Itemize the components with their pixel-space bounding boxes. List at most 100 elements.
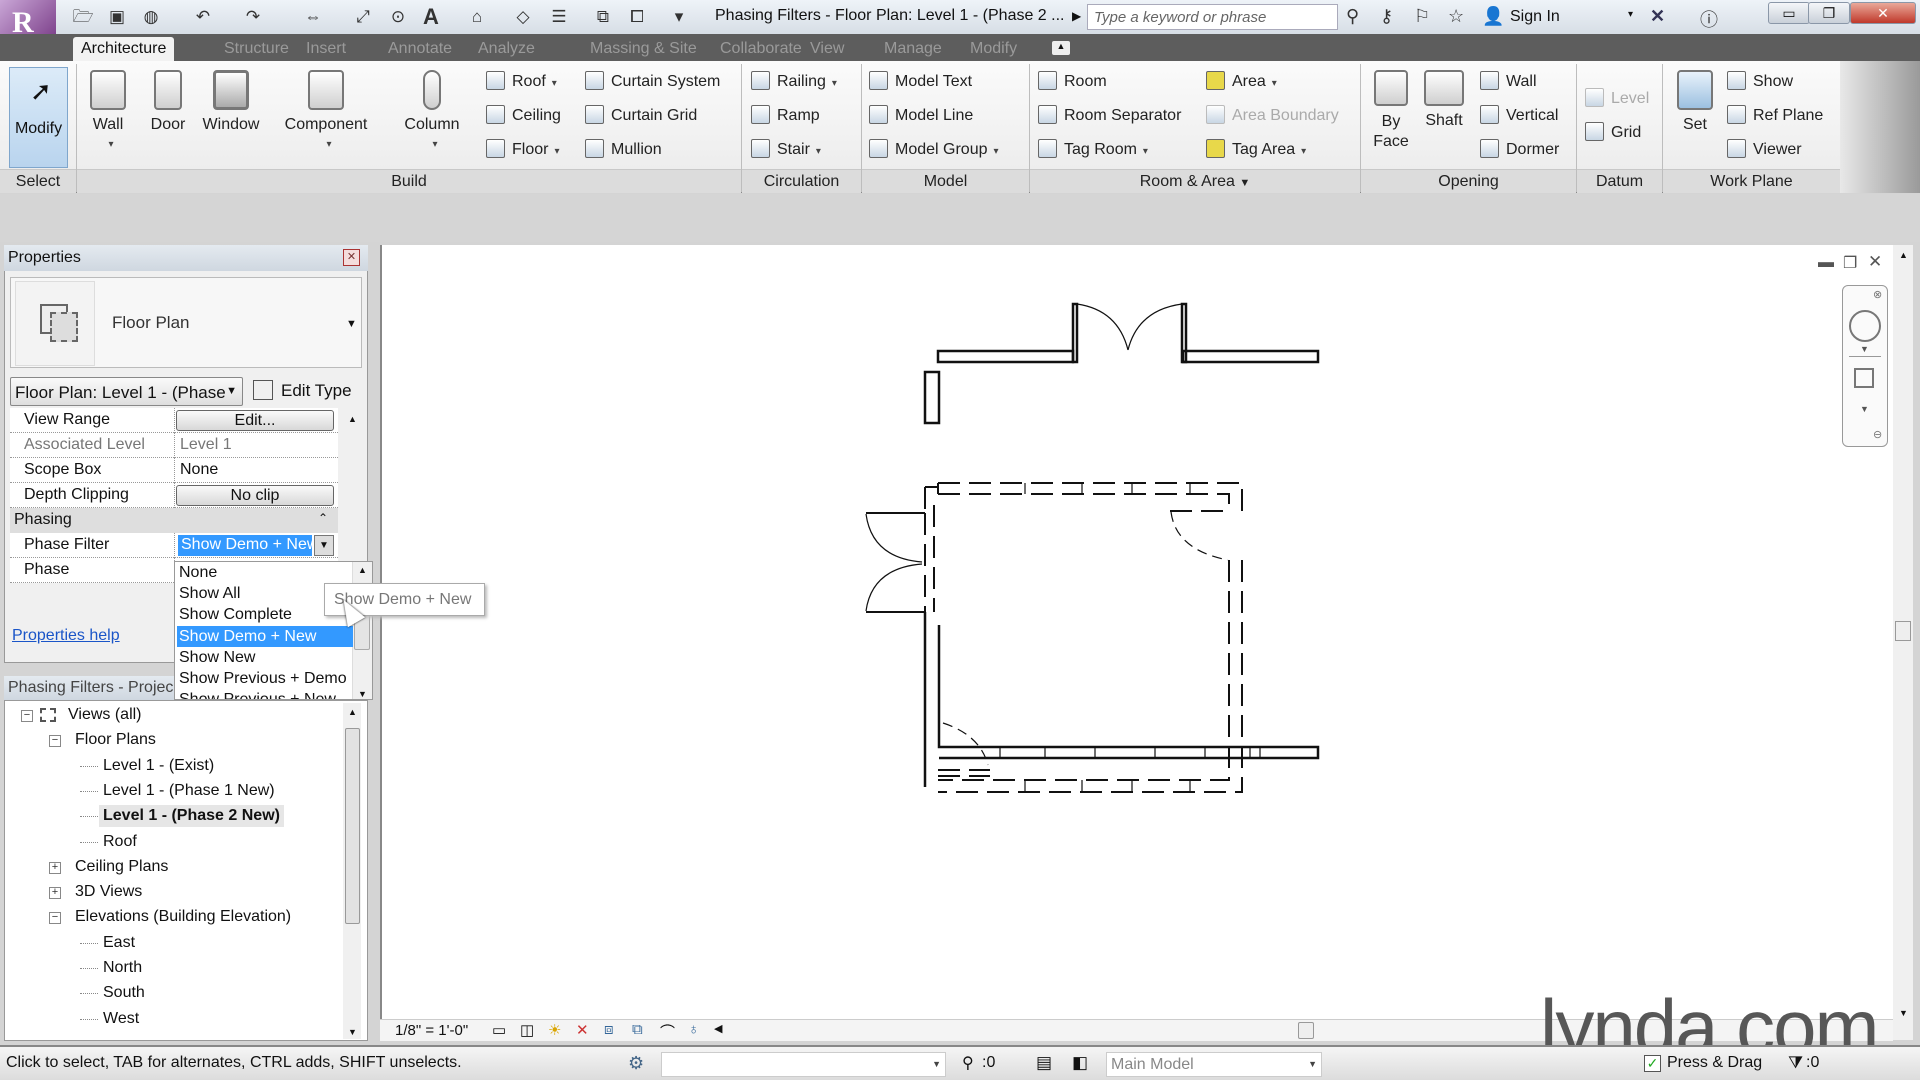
dormer-button[interactable]: Dormer: [1480, 139, 1559, 161]
dropdown-option[interactable]: Show Previous + New: [177, 689, 353, 699]
text-icon[interactable]: A: [420, 6, 442, 28]
curtain-system-button[interactable]: Curtain System: [585, 71, 720, 93]
collapse-icon[interactable]: −: [21, 710, 33, 722]
show-work-plane-button[interactable]: Show: [1727, 71, 1793, 93]
tree-item[interactable]: Floor Plans: [75, 729, 156, 751]
undo-icon[interactable]: ↶: [192, 6, 214, 28]
worksets-icon[interactable]: ⚙: [628, 1053, 644, 1074]
tree-item[interactable]: Elevations (Building Elevation): [75, 906, 291, 928]
thin-lines-icon[interactable]: ☰: [548, 6, 570, 28]
by-face-button[interactable]: By Face: [1370, 70, 1412, 152]
help-icon[interactable]: ⓘ: [1700, 6, 1718, 32]
grid-button[interactable]: Grid: [1585, 122, 1641, 144]
column-button[interactable]: Column ▾: [400, 70, 464, 152]
minimize-button[interactable]: ▭: [1768, 2, 1810, 24]
minimize-ribbon-icon[interactable]: ▲: [1052, 41, 1070, 55]
reveal-hidden-icon[interactable]: ♁: [688, 1021, 699, 1038]
collapse-icon[interactable]: −: [49, 912, 61, 925]
tag-room-button[interactable]: Tag Room ▾: [1038, 139, 1148, 161]
measure-icon[interactable]: ⇔: [302, 6, 324, 28]
model-line-button[interactable]: Model Line: [869, 105, 973, 127]
vertical-opening-button[interactable]: Vertical: [1480, 105, 1558, 127]
edit-type-button[interactable]: Edit Type: [253, 380, 352, 401]
press-drag-checkbox[interactable]: ✓: [1644, 1055, 1661, 1072]
tab-insert[interactable]: Insert: [298, 37, 354, 61]
phase-filter-dropdown-list[interactable]: ▲ ▼ None Show All Show Complete Show Demo + …: [174, 561, 373, 700]
phasing-group-header[interactable]: Phasing ⌃: [10, 508, 338, 533]
open-icon[interactable]: 🗁: [72, 6, 94, 28]
filter-icon[interactable]: ⧩: [1788, 1053, 1803, 1073]
component-button[interactable]: Component ▾: [280, 70, 372, 152]
search-binoculars-icon[interactable]: ⚲: [1346, 6, 1359, 27]
viewer-button[interactable]: Viewer: [1727, 139, 1802, 161]
ceiling-button[interactable]: Ceiling: [486, 105, 561, 127]
tab-annotate[interactable]: Annotate: [380, 37, 460, 61]
ref-plane-button[interactable]: Ref Plane: [1727, 105, 1823, 127]
horizontal-scroll-thumb[interactable]: [1298, 1022, 1314, 1039]
active-option-icon[interactable]: ◧: [1072, 1053, 1088, 1073]
stair-button[interactable]: Stair ▾: [751, 139, 821, 161]
tree-item[interactable]: South: [103, 982, 145, 1004]
sun-path-icon[interactable]: ☀: [548, 1021, 561, 1039]
model-text-button[interactable]: Model Text: [869, 71, 972, 93]
shaft-button[interactable]: Shaft: [1420, 70, 1468, 130]
properties-scrollbar[interactable]: ▲: [343, 408, 361, 583]
expand-search-icon[interactable]: ▶: [1072, 9, 1081, 23]
customize-qat-icon[interactable]: ▾: [668, 6, 690, 28]
dropdown-option[interactable]: Show Previous + Demo: [177, 668, 353, 689]
design-options-icon[interactable]: ▤: [1036, 1053, 1052, 1073]
tree-item[interactable]: Level 1 - (Exist): [103, 755, 214, 777]
redo-icon[interactable]: ↷: [242, 6, 264, 28]
chevron-down-icon[interactable]: ▼: [314, 535, 334, 556]
crop-view-icon[interactable]: ⧈: [604, 1021, 614, 1038]
tab-manage[interactable]: Manage: [876, 37, 950, 61]
detail-level-icon[interactable]: ▭: [492, 1021, 506, 1039]
exchange-apps-icon[interactable]: ✕: [1650, 6, 1665, 27]
railing-button[interactable]: Railing ▾: [751, 71, 837, 93]
panel-label-room-area[interactable]: Room & Area ▼: [1030, 169, 1360, 193]
room-separator-button[interactable]: Room Separator: [1038, 105, 1181, 127]
tree-item[interactable]: Views (all): [68, 704, 142, 726]
tree-item[interactable]: West: [103, 1008, 139, 1030]
scroll-left-icon[interactable]: ◀: [714, 1022, 722, 1035]
save-icon[interactable]: ▣: [106, 6, 128, 28]
tree-item[interactable]: Roof: [103, 831, 137, 853]
sign-in-button[interactable]: Sign In: [1510, 8, 1560, 26]
dropdown-option[interactable]: None: [177, 562, 353, 583]
modify-button[interactable]: ➚ Modify: [9, 67, 68, 168]
search-input[interactable]: Type a keyword or phrase: [1087, 4, 1338, 30]
property-button[interactable]: Edit...: [176, 410, 334, 431]
tag-area-button[interactable]: Tag Area ▾: [1206, 139, 1306, 161]
tree-item[interactable]: Level 1 - (Phase 1 New): [103, 780, 275, 802]
tree-item[interactable]: Level 1 - (Phase 2 New): [99, 805, 284, 828]
expand-icon[interactable]: +: [49, 887, 61, 900]
tab-architecture[interactable]: Architecture: [73, 37, 175, 61]
window-button[interactable]: Window: [198, 70, 264, 134]
roof-button[interactable]: Roof ▾: [486, 71, 557, 93]
model-group-button[interactable]: Model Group ▾: [869, 139, 999, 161]
tab-modify[interactable]: Modify: [962, 37, 1025, 61]
section-icon[interactable]: ◇: [512, 6, 534, 28]
door-button[interactable]: Door: [148, 70, 188, 134]
room-button[interactable]: Room: [1038, 71, 1107, 93]
close-hidden-windows-icon[interactable]: ⧉: [592, 6, 614, 28]
mullion-button[interactable]: Mullion: [585, 139, 662, 161]
instance-selector[interactable]: Floor Plan: Level 1 - (Phase ▼: [10, 377, 243, 406]
curtain-grid-button[interactable]: Curtain Grid: [585, 105, 697, 127]
restore-button[interactable]: ❐: [1808, 2, 1850, 24]
tab-structure[interactable]: Structure: [216, 37, 297, 61]
tab-view[interactable]: View: [802, 37, 852, 61]
tree-item[interactable]: 3D Views: [75, 881, 142, 903]
tab-collaborate[interactable]: Collaborate: [712, 37, 810, 61]
properties-help-link[interactable]: Properties help: [12, 627, 120, 645]
view-scale[interactable]: 1/8" = 1'-0": [395, 1022, 468, 1039]
workset-select[interactable]: ▼: [661, 1052, 946, 1077]
favorites-star-icon[interactable]: ☆: [1448, 6, 1464, 27]
switch-windows-icon[interactable]: ⧠: [626, 6, 648, 28]
tree-item[interactable]: North: [103, 957, 142, 979]
browser-scroll-thumb[interactable]: [345, 728, 360, 924]
dropdown-option[interactable]: Show New: [177, 647, 353, 668]
crop-region-icon[interactable]: ⧉: [632, 1021, 643, 1038]
communication-center-icon[interactable]: ⚐: [1414, 6, 1430, 27]
ramp-button[interactable]: Ramp: [751, 105, 820, 127]
